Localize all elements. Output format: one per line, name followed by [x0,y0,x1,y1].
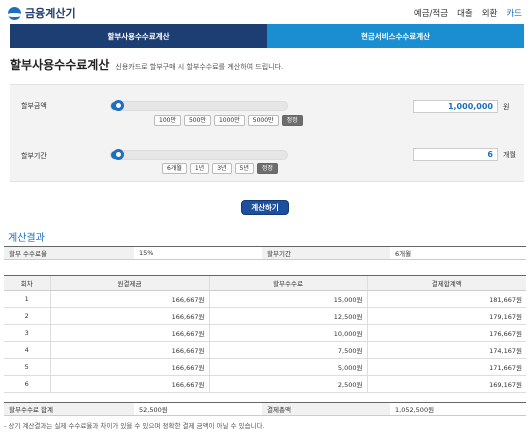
amount-label: 할부금액 [21,102,47,110]
table-row: 4 166,667원 7,500원 174,167원 [4,341,526,359]
nav-loan[interactable]: 대출 [457,7,473,19]
cell-total: 179,167원 [366,307,526,325]
cell-principal: 166,667원 [49,341,209,359]
rate-value: 15% [139,249,154,257]
top-nav: 예금/적금 대출 외환 카드 [414,7,522,19]
summary-top: 할부 수수료율 15% 할부기간 6개월 [4,246,526,260]
cell-principal: 166,667원 [49,290,209,308]
cell-round: 6 [4,375,50,393]
term-5y-button[interactable]: 5년 [234,163,254,174]
pay-total-label: 결제총액 [262,403,390,415]
result-title: 계산결과 [8,233,45,244]
table-header-row: 회차 원결제금 할부수수료 결제합계액 [4,275,526,291]
col-total: 결제합계액 [366,275,526,291]
cell-round: 1 [4,290,50,308]
cell-principal: 166,667원 [49,375,209,393]
cell-round: 3 [4,324,50,342]
cell-total: 171,667원 [366,358,526,376]
term-summary-label: 할부기간 [262,247,390,259]
nav-forex[interactable]: 외환 [482,7,498,19]
logo-icon [8,6,21,20]
cell-total: 181,667원 [366,290,526,308]
cell-round: 5 [4,358,50,376]
term-summary-value: 6개월 [395,250,412,258]
cell-fee: 7,500원 [208,341,367,359]
input-panel: 할부금액 100만 500만 1000만 5000만 정정 1,000,000 … [10,84,524,182]
cell-round: 2 [4,307,50,325]
calculate-button[interactable]: 계산하기 [241,200,289,215]
disclaimer-note: - 상기 계산결과는 실제 수수료율과 차이가 있을 수 있으며 정확한 결제 … [4,422,265,430]
table-row: 6 166,667원 2,500원 169,167원 [4,375,526,393]
nav-deposit[interactable]: 예금/적금 [414,7,448,19]
nav-card[interactable]: 카드 [506,7,522,19]
amount-1000m-button[interactable]: 1000만 [213,115,245,126]
page-title: 할부사용수수료계산 [10,58,110,72]
term-unit: 개월 [503,151,516,159]
term-quick-buttons: 6개월 1년 3년 5년 정정 [162,163,278,174]
cell-fee: 12,500원 [208,307,367,325]
pay-total-value: 1,052,500원 [395,406,435,414]
term-slider-handle[interactable] [113,149,124,160]
table-row: 1 166,667원 15,000원 181,667원 [4,290,526,308]
table-row: 2 166,667원 12,500원 179,167원 [4,307,526,325]
amount-quick-buttons: 100만 500만 1000만 5000만 정정 [154,115,303,126]
cell-fee: 15,000원 [208,290,367,308]
cell-total: 174,167원 [366,341,526,359]
term-input[interactable]: 6 [413,148,498,161]
cell-principal: 166,667원 [49,324,209,342]
term-1y-button[interactable]: 1년 [189,163,210,174]
amount-5000m-button[interactable]: 5000만 [247,115,279,126]
fee-total-value: 52,500원 [139,406,168,414]
term-6m-button[interactable]: 6개월 [162,163,187,174]
cell-total: 176,667원 [366,324,526,342]
term-label: 할부기간 [21,152,47,160]
calc-tabs: 할부사용수수료계산 현금서비스수수료계산 [10,24,524,48]
rate-label: 할부 수수료율 [4,247,134,259]
cell-fee: 2,500원 [208,375,367,393]
amount-unit: 원 [503,103,510,111]
table-row: 3 166,667원 10,000원 176,667원 [4,324,526,342]
tab-installment-fee[interactable]: 할부사용수수료계산 [10,24,267,48]
cell-fee: 5,000원 [208,358,367,376]
table-row: 5 166,667원 5,000원 171,667원 [4,358,526,376]
amount-slider-handle[interactable] [113,100,124,111]
col-fee: 할부수수료 [208,275,367,291]
term-reset-button[interactable]: 정정 [256,163,278,174]
page-description: 신용카드로 할부구매 시 할부수수료를 계산하여 드립니다. [115,63,284,71]
col-round: 회차 [4,275,50,291]
term-3y-button[interactable]: 3년 [212,163,232,174]
top-bar: 금융계산기 예금/적금 대출 외환 카드 [0,0,530,24]
amount-slider[interactable] [110,100,288,111]
logo-text: 금융계산기 [25,7,76,20]
page-heading: 할부사용수수료계산 신용카드로 할부구매 시 할부수수료를 계산하여 드립니다. [10,56,283,73]
cell-principal: 166,667원 [49,358,209,376]
cell-total: 169,167원 [366,375,526,393]
term-slider[interactable] [110,149,288,160]
installment-schedule-table: 회차 원결제금 할부수수료 결제합계액 1 166,667원 15,000원 1… [4,275,526,393]
cell-round: 4 [4,341,50,359]
fee-total-label: 할부수수료 합계 [4,403,134,415]
amount-500m-button[interactable]: 500만 [183,115,211,126]
col-principal: 원결제금 [49,275,209,291]
amount-input[interactable]: 1,000,000 [413,100,498,113]
amount-reset-button[interactable]: 정정 [281,115,303,126]
cell-fee: 10,000원 [208,324,367,342]
cell-principal: 166,667원 [49,307,209,325]
tab-cash-service-fee[interactable]: 현금서비스수수료계산 [267,24,524,48]
amount-100m-button[interactable]: 100만 [154,115,181,126]
app-logo[interactable]: 금융계산기 [8,5,76,21]
summary-bottom: 할부수수료 합계 52,500원 결제총액 1,052,500원 [4,402,526,416]
